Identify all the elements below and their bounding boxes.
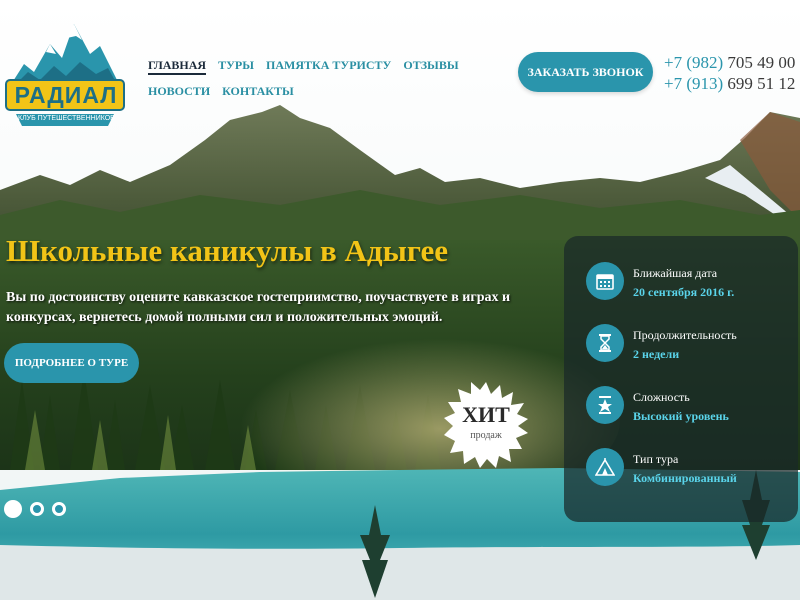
info-value-duration: 2 недели: [633, 347, 680, 361]
logo-name: РАДИАЛ: [14, 82, 118, 108]
info-value-tour-type: Комбинированный: [633, 471, 737, 485]
tour-details-button[interactable]: ПОДРОБНЕЕ О ТУРЕ: [4, 343, 139, 383]
info-label-tour-type: Тип тура: [633, 452, 679, 466]
tent-icon: [586, 448, 624, 486]
nav-item-tours[interactable]: ТУРЫ: [218, 52, 254, 78]
hit-badge-subtitle: продаж: [470, 430, 502, 441]
nav-item-home[interactable]: ГЛАВНАЯ: [148, 58, 207, 75]
calendar-icon: [586, 262, 624, 300]
slider-dot-2[interactable]: [30, 502, 44, 517]
hourglass-icon: [586, 324, 624, 362]
info-label-duration: Продолжительность: [633, 328, 737, 342]
nav-item-reviews[interactable]: ОТЗЫВЫ: [403, 52, 458, 78]
info-row-duration: Продолжительность 2 недели: [586, 322, 796, 372]
main-nav: ГЛАВНАЯ ТУРЫ ПАМЯТКА ТУРИСТУ ОТЗЫВЫ НОВО…: [148, 52, 478, 104]
info-label-difficulty: Сложность: [633, 390, 690, 404]
slider-dot-3[interactable]: [52, 502, 66, 517]
order-call-button[interactable]: ЗАКАЗАТЬ ЗВОНОК: [518, 52, 653, 92]
logo-tagline: КЛУБ ПУТЕШЕСТВЕННИКОВ: [18, 115, 115, 122]
phone-2[interactable]: +7 (913) 699 51 12: [664, 73, 795, 94]
info-value-date: 20 сентября 2016 г.: [633, 285, 735, 299]
info-value-difficulty: Высокий уровень: [633, 409, 729, 423]
logo[interactable]: РАДИАЛ КЛУБ ПУТЕШЕСТВЕННИКОВ: [4, 14, 126, 130]
nav-item-tourist-memo[interactable]: ПАМЯТКА ТУРИСТУ: [266, 52, 391, 78]
hit-badge-title: ХИТ: [462, 402, 510, 427]
star-hourglass-icon: [586, 386, 624, 424]
info-row-date: Ближайшая дата 20 сентября 2016 г.: [586, 260, 796, 310]
hero-title: Школьные каникулы в Адыгее: [6, 233, 449, 268]
phone-1[interactable]: +7 (982) 705 49 00: [664, 52, 795, 73]
hit-badge: ХИТ продаж: [442, 380, 530, 468]
nav-item-news[interactable]: НОВОСТИ: [148, 78, 210, 104]
tour-info-panel: Ближайшая дата 20 сентября 2016 г. Продо…: [564, 236, 798, 522]
info-label-date: Ближайшая дата: [633, 266, 718, 280]
hero-description: Вы по достоинству оцените кавказское гос…: [6, 290, 511, 325]
slider-dots: [4, 500, 70, 519]
info-row-tour-type: Тип тура Комбинированный: [586, 446, 796, 496]
nav-item-contacts[interactable]: КОНТАКТЫ: [222, 78, 294, 104]
info-row-difficulty: Сложность Высокий уровень: [586, 384, 796, 434]
phone-numbers: +7 (982) 705 49 00 +7 (913) 699 51 12: [664, 52, 795, 94]
logo-mountain-icon: [5, 24, 125, 126]
slider-dot-1[interactable]: [4, 500, 22, 519]
